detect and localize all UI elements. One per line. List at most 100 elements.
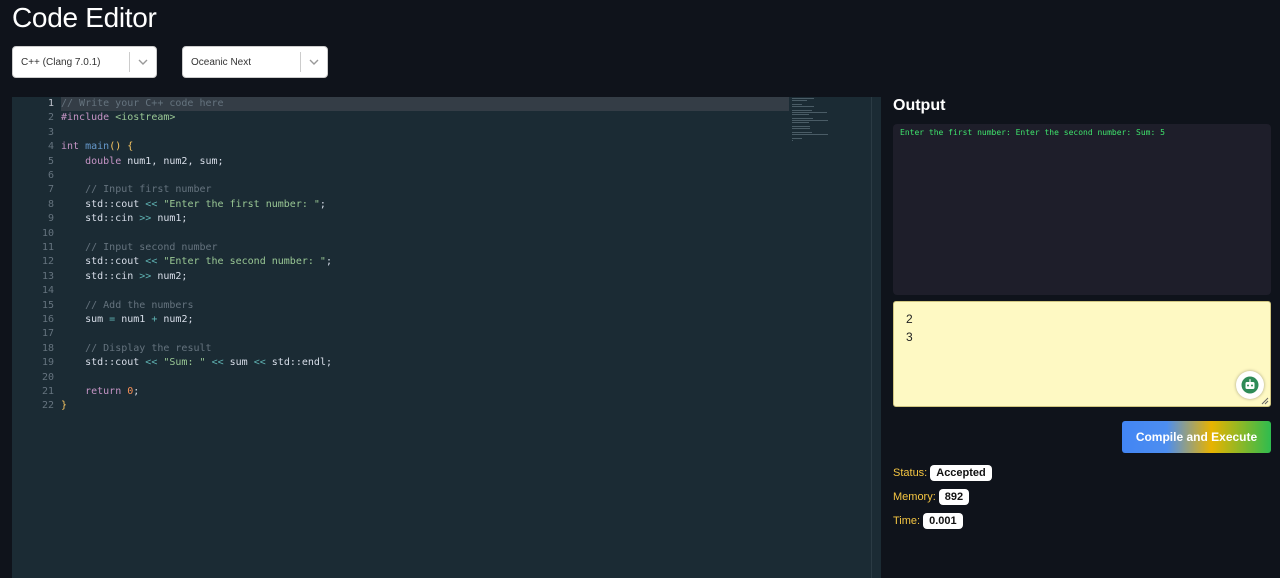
code-line: } <box>61 399 67 413</box>
code-token: } <box>61 400 68 412</box>
line-number: 11 <box>41 242 54 253</box>
minimap-line <box>792 138 803 139</box>
code-area[interactable]: // Write your C++ code here #include <ios… <box>61 97 799 578</box>
code-token: << <box>211 357 224 369</box>
resize-handle-icon[interactable] <box>1261 397 1269 405</box>
chevron-down-icon[interactable] <box>130 47 156 77</box>
code-token: num1; <box>151 213 188 225</box>
code-line: int main() { <box>61 140 133 154</box>
code-token: std::endl; <box>265 357 332 369</box>
language-select-value: C++ (Clang 7.0.1) <box>21 56 101 68</box>
line-number: 13 <box>41 270 54 282</box>
minimap-line <box>792 140 793 141</box>
stdin-line: 3 <box>906 330 913 344</box>
code-token: num1 <box>115 314 152 325</box>
code-token: ; <box>319 198 326 210</box>
code-token: <iostream> <box>115 112 176 124</box>
line-number: 21 <box>41 386 54 397</box>
line-number: 19 <box>41 357 54 369</box>
status-badge: Accepted <box>930 465 992 481</box>
status-label: Status: <box>893 467 928 479</box>
code-token: double <box>85 155 122 167</box>
code-token: ; <box>325 256 332 268</box>
code-line: std::cin >> num1; <box>61 212 187 226</box>
line-number: 6 <box>47 170 54 181</box>
minimap-line <box>792 128 810 129</box>
minimap-line <box>792 134 828 135</box>
memory-label: Memory: <box>893 491 936 503</box>
minimap-line <box>792 132 812 133</box>
line-number: 2 <box>47 112 54 124</box>
stdin-line: 2 <box>906 312 913 326</box>
code-token: std::cin <box>61 270 140 282</box>
language-select[interactable]: C++ (Clang 7.0.1) <box>12 46 157 78</box>
line-number: 3 <box>47 126 54 138</box>
code-token: << <box>145 256 158 268</box>
code-token: << <box>145 357 158 369</box>
editor-scrollbar[interactable] <box>871 97 881 578</box>
line-number: 9 <box>47 213 54 225</box>
line-number: 4 <box>47 141 54 153</box>
code-token: sum <box>61 314 110 325</box>
minimap-line <box>792 106 814 107</box>
code-line: std::cout << "Enter the first number: "; <box>61 198 326 212</box>
status-stat: Status: Accepted <box>893 464 992 482</box>
code-token: "Enter the first number: " <box>163 198 320 210</box>
code-token: std::cout <box>61 357 146 369</box>
line-number: 22 <box>41 400 54 412</box>
minimap-line <box>792 98 814 99</box>
code-line: sum = num1 + num2; <box>61 313 193 327</box>
minimap-line <box>792 120 828 121</box>
code-line: double num1, num2, sum; <box>61 155 223 169</box>
code-token: std::cout <box>61 198 146 210</box>
code-token: #include <box>61 112 110 124</box>
minimap-line <box>792 126 810 127</box>
editor-minimap[interactable] <box>792 97 832 141</box>
code-token: >> <box>139 270 152 282</box>
minimap-line <box>792 110 812 111</box>
line-number: 1 <box>47 98 54 109</box>
minimap-line <box>792 112 828 113</box>
line-number: 5 <box>47 155 54 167</box>
code-line: #include <iostream> <box>61 111 175 125</box>
minimap-line <box>792 100 808 101</box>
code-line: std::cin >> num2; <box>61 270 187 284</box>
code-line: // Write your C++ code here <box>61 97 224 111</box>
code-token: num2; <box>151 270 188 282</box>
line-number: 16 <box>41 314 54 325</box>
code-token: ; <box>133 386 140 397</box>
code-editor[interactable]: 1 2 3 4 5 6 7 8 9 10 11 12 13 14 15 16 17 18 19 20 21 22 // W… <box>12 97 881 578</box>
robot-icon[interactable] <box>1236 371 1264 399</box>
minimap-line <box>792 114 809 115</box>
output-title: Output <box>893 97 946 114</box>
code-token: std::cout <box>61 256 146 268</box>
code-line: // Add the numbers <box>61 299 193 313</box>
time-label: Time: <box>893 515 921 527</box>
code-token: sum <box>223 357 254 369</box>
chevron-down-icon[interactable] <box>301 47 327 77</box>
code-line: // Input second number <box>61 241 217 255</box>
page-title: Code Editor <box>12 2 157 33</box>
code-token: "Sum: " <box>163 357 206 369</box>
code-line: std::cout << "Sum: " << sum << std::endl… <box>61 356 332 370</box>
memory-badge: 892 <box>938 489 970 505</box>
code-token: main <box>85 141 110 153</box>
code-token: std::cin <box>61 213 140 225</box>
code-token: << <box>145 198 158 210</box>
theme-select[interactable]: Oceanic Next <box>182 46 328 78</box>
code-token: // Input first number <box>85 184 212 196</box>
code-token: "Enter the second number: " <box>163 256 326 268</box>
stdin-input[interactable]: 2 3 <box>893 301 1271 407</box>
code-token: >> <box>139 213 152 225</box>
code-token: int <box>61 141 80 153</box>
code-line: // Display the result <box>61 342 211 356</box>
line-number: 10 <box>41 227 54 239</box>
time-stat: Time: 0.001 <box>893 512 963 530</box>
line-number: 20 <box>41 371 54 383</box>
line-number: 12 <box>41 256 54 268</box>
line-number: 8 <box>47 198 54 210</box>
compile-execute-button[interactable]: Compile and Execute <box>1122 421 1271 453</box>
line-number: 7 <box>47 184 54 196</box>
